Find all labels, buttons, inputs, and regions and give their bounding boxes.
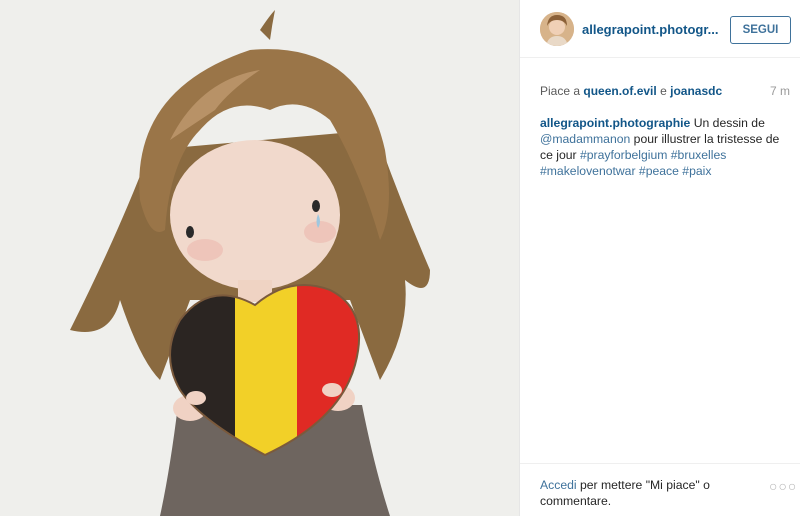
hashtag-link[interactable]: #bruxelles xyxy=(671,148,727,162)
illustration-girl-belgian-heart xyxy=(0,0,519,516)
hashtag-link[interactable]: #peace xyxy=(639,164,679,178)
post-caption: allegrapoint.photographie Un dessin de @… xyxy=(540,115,790,179)
hashtag-link[interactable]: #makelovenotwar xyxy=(540,164,636,178)
caption-username-link[interactable]: allegrapoint.photographie xyxy=(540,116,690,130)
liker-link-1[interactable]: queen.of.evil xyxy=(583,84,656,98)
likes-line: Piace a queen.of.evil e joanasdc xyxy=(540,84,722,98)
post-photo[interactable] xyxy=(0,0,519,516)
hashtag-link[interactable]: #paix xyxy=(682,164,711,178)
more-options-icon[interactable]: ○○○ xyxy=(769,478,797,494)
post-header: allegrapoint.photogr... SEGUI xyxy=(520,0,800,58)
post-sidebar: allegrapoint.photogr... SEGUI Piace a qu… xyxy=(519,0,800,516)
likes-prefix: Piace a xyxy=(540,84,581,98)
instagram-post-window: allegrapoint.photogr... SEGUI Piace a qu… xyxy=(0,0,800,516)
follow-button[interactable]: SEGUI xyxy=(730,16,791,44)
username-link[interactable]: allegrapoint.photogr... xyxy=(582,22,719,37)
caption-mention-link[interactable]: @madammanon xyxy=(540,132,630,146)
liker-link-2[interactable]: joanasdc xyxy=(670,84,722,98)
timestamp[interactable]: 7 m xyxy=(770,84,790,98)
login-link[interactable]: Accedi xyxy=(540,478,577,492)
hashtag-link[interactable]: #prayforbelgium xyxy=(580,148,667,162)
avatar-image xyxy=(540,12,574,46)
post-footer: Accedi per mettere "Mi piace" o commenta… xyxy=(520,463,800,516)
caption-text-1: Un dessin de xyxy=(693,116,765,130)
login-prompt: Accedi per mettere "Mi piace" o commenta… xyxy=(540,477,740,509)
avatar[interactable] xyxy=(540,12,574,46)
likes-and: e xyxy=(660,84,667,98)
